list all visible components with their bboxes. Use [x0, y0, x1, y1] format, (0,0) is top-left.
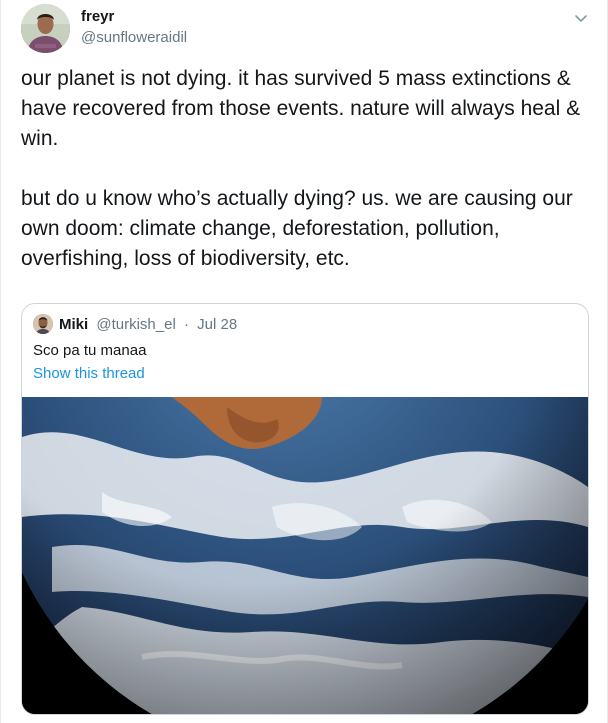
tweet-card: freyr @sunfloweraidil our planet is not …	[0, 0, 608, 723]
quoted-tweet[interactable]: Miki @turkish_el · Jul 28 Sco pa tu mana…	[21, 303, 589, 715]
tweet-text: our planet is not dying. it has survived…	[21, 64, 591, 274]
quoted-author-display-name[interactable]: Miki	[59, 316, 88, 333]
author-display-name[interactable]: freyr	[81, 8, 114, 25]
tweet-paragraph: but do u know who’s actually dying? us. …	[21, 187, 573, 270]
chevron-down-icon[interactable]	[573, 10, 589, 26]
quoted-tweet-header: Miki @turkish_el · Jul 28	[59, 316, 237, 333]
quoted-date[interactable]: Jul 28	[197, 316, 237, 333]
quoted-separator: ·	[183, 316, 189, 333]
quoted-author-avatar[interactable]	[33, 314, 53, 334]
tweet-paragraph: our planet is not dying. it has survived…	[21, 67, 581, 150]
author-avatar[interactable]	[21, 4, 70, 53]
quoted-tweet-text: Sco pa tu manaa	[33, 342, 147, 359]
author-handle[interactable]: @sunfloweraidil	[81, 29, 187, 46]
quoted-tweet-image[interactable]	[22, 397, 588, 714]
show-thread-link[interactable]: Show this thread	[33, 365, 145, 382]
quoted-author-handle[interactable]: @turkish_el	[96, 316, 175, 333]
